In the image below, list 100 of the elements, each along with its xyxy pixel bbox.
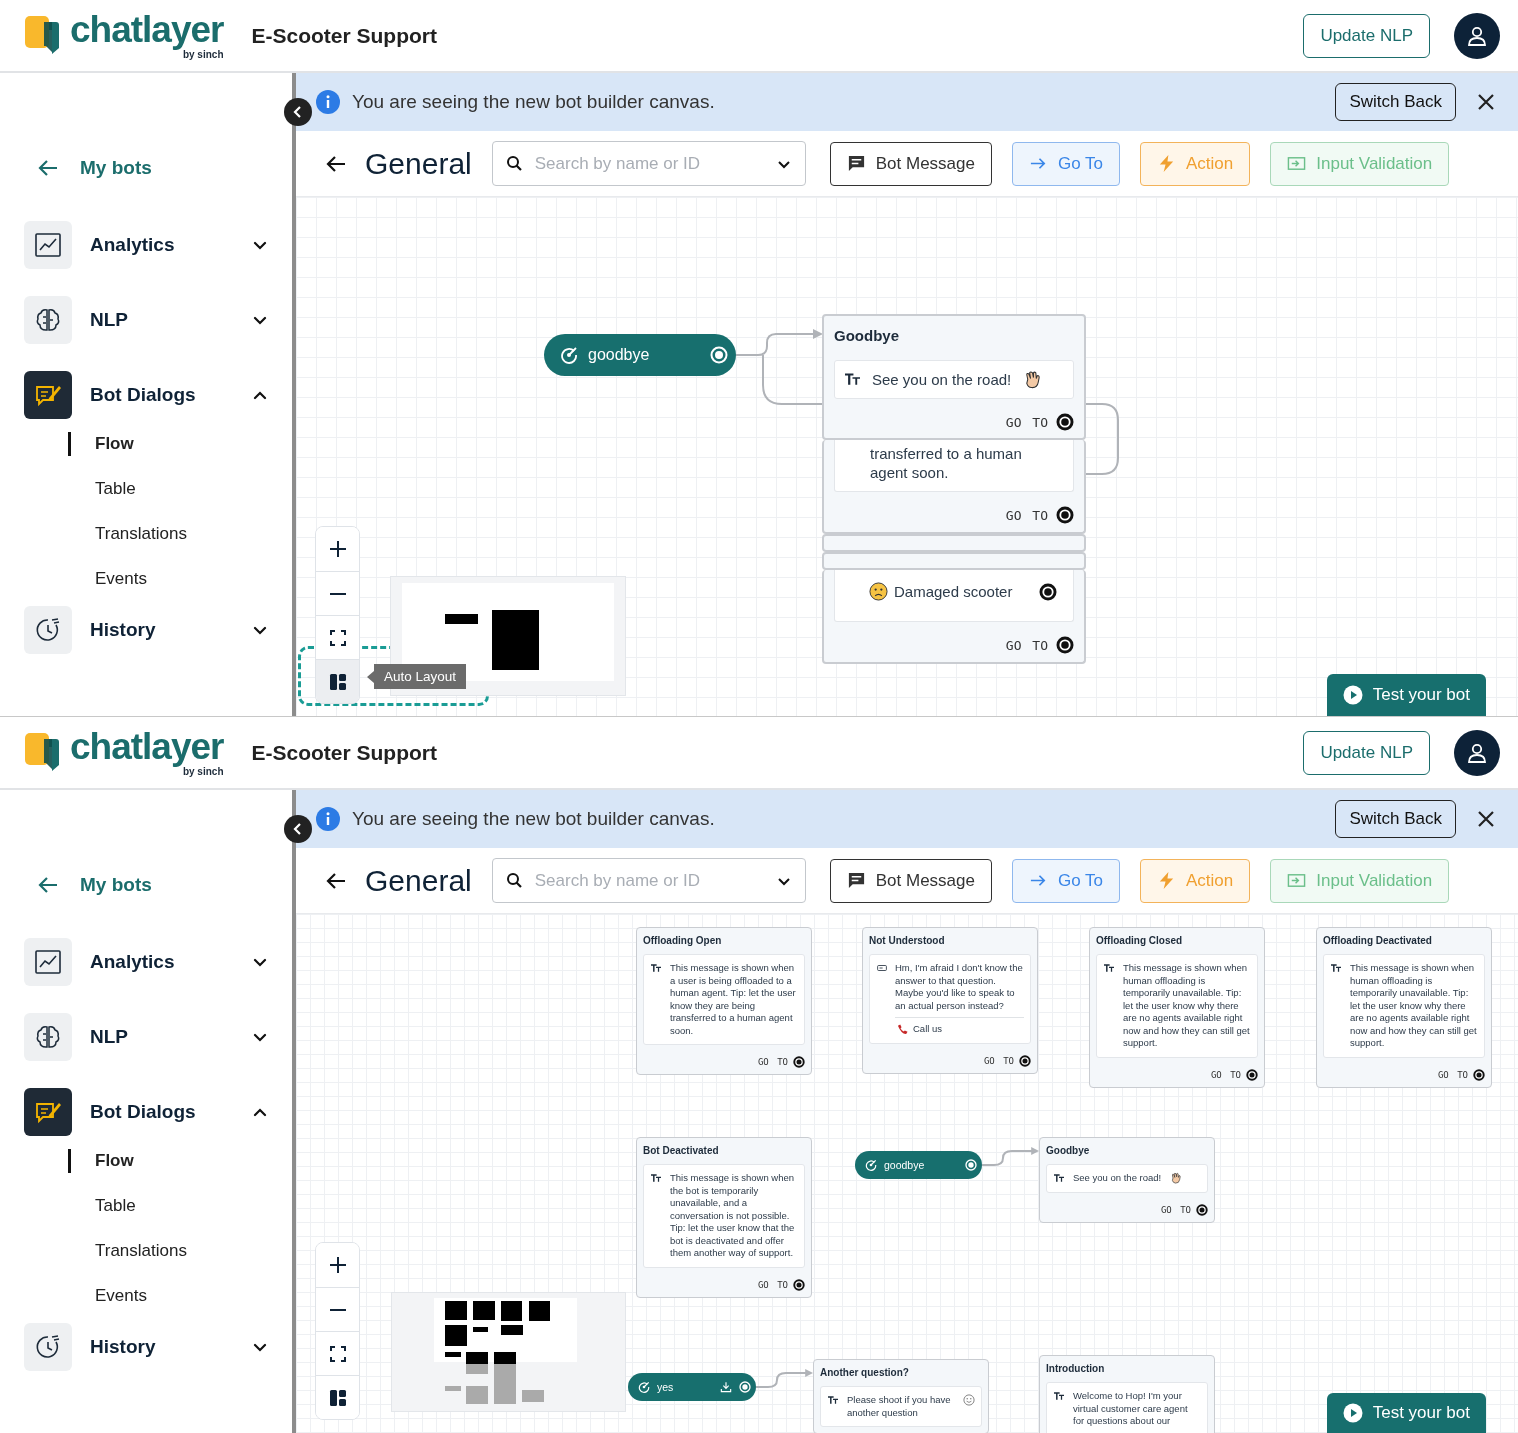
- collapse-sidebar-button[interactable]: [284, 98, 312, 126]
- trigger-node[interactable]: goodbye: [855, 1151, 982, 1179]
- card-title: Offloading Open: [643, 934, 723, 947]
- go-to-label: GO TO: [1005, 414, 1048, 430]
- nav-subitem[interactable]: Flow: [68, 432, 134, 456]
- test-bot-button[interactable]: Test your bot: [1326, 1393, 1486, 1433]
- collapse-sidebar-button[interactable]: [284, 815, 312, 843]
- nav-item[interactable]: History: [0, 605, 292, 654]
- brain-icon: [34, 1023, 62, 1051]
- dialog-card[interactable]: Goodbye See you on the road! GO TO: [1039, 1137, 1215, 1223]
- nav-subitem[interactable]: Table: [68, 1194, 136, 1218]
- trigger-node[interactable]: goodbye: [544, 334, 736, 376]
- info-icon: [316, 90, 340, 114]
- message-text: This message is shown when the bot is temporarily unavailable, and a conversation is not possible. Tip: let the user know that the bot is deactivated and offer them another way of support.: [670, 1172, 796, 1260]
- switch-back-button[interactable]: Switch Back: [1335, 800, 1456, 838]
- nav-subitem[interactable]: Flow: [68, 1149, 134, 1173]
- dialog-card[interactable]: Introduction Welcome to Hop! I'm your virtual customer care agent for questions about our: [1039, 1355, 1215, 1433]
- profile-button[interactable]: [1454, 12, 1500, 59]
- chat-bubble-icon: [846, 871, 866, 890]
- connector-handle-icon[interactable]: [793, 1278, 805, 1291]
- nav-label: Bot Dialogs: [90, 1101, 197, 1123]
- go-to-label: GO TO: [1005, 507, 1048, 523]
- plus-icon: [327, 1255, 348, 1275]
- dialog-card[interactable]: Damaged scooter GO TO: [822, 570, 1086, 664]
- bot-message-button[interactable]: Bot Message: [829, 141, 992, 186]
- go-to-label: GO TO: [1005, 637, 1048, 653]
- nav-subitem[interactable]: Table: [68, 477, 136, 501]
- connector-line: [1085, 403, 1119, 475]
- input-box-icon: [1287, 154, 1307, 173]
- target-icon: [560, 346, 578, 364]
- connector-handle-icon[interactable]: [1473, 1068, 1485, 1081]
- connector-handle-icon[interactable]: [1056, 636, 1074, 654]
- close-icon[interactable]: [1476, 809, 1496, 829]
- nav-subitem[interactable]: Translations: [68, 1239, 187, 1263]
- connector-handle-icon[interactable]: [1056, 413, 1074, 431]
- nav-label: Analytics: [90, 234, 176, 256]
- nav-item[interactable]: Bot Dialogs: [0, 1088, 292, 1136]
- nav-item[interactable]: Bot Dialogs: [0, 371, 292, 419]
- nav-item[interactable]: Analytics: [0, 938, 292, 986]
- update-nlp-button[interactable]: Update NLP: [1303, 13, 1430, 58]
- go-to-label: GO TO: [757, 1057, 788, 1067]
- card-title: Goodbye: [834, 326, 900, 346]
- switch-back-button[interactable]: Switch Back: [1335, 83, 1456, 121]
- nav-item[interactable]: History: [0, 1322, 292, 1371]
- dialog-card[interactable]: Offloading Open This message is shown when a user is being offloaded to a human agent. Tip: let the user know they are being transferred to a human agent soon. GO TO: [636, 927, 812, 1075]
- dialog-card[interactable]: Offloading Closed This message is shown when human offloading is temporarily unavailable. Tip: let the user know why there are no agents available right now and how they can still get support. GO TO: [1089, 927, 1265, 1088]
- search-field[interactable]: Search by name or ID: [491, 858, 806, 903]
- minimap-drawing[interactable]: [391, 1292, 626, 1412]
- dialog-card[interactable]: [636, 1137, 812, 1298]
- connector-handle-icon[interactable]: [965, 1159, 977, 1171]
- layout-icon: [327, 1387, 348, 1408]
- my-bots-link[interactable]: My bots: [80, 157, 152, 179]
- auto-layout-button[interactable]: [316, 1375, 359, 1419]
- play-icon: [1342, 685, 1363, 705]
- message-text: Welcome to Hop! I'm your virtual customer care agent for questions about our: [1073, 1390, 1189, 1428]
- nav-item[interactable]: Analytics: [0, 221, 292, 269]
- clock-icon: [34, 1332, 62, 1361]
- info-icon: [316, 807, 340, 831]
- dialog-card[interactable]: Another question? Please shoot if you have another question: [813, 1359, 989, 1433]
- search-field[interactable]: Search by name or ID: [491, 141, 806, 186]
- play-icon: [1342, 1403, 1363, 1423]
- dialog-card[interactable]: Goodbye See you on the road! GO TO: [822, 314, 1086, 440]
- connector-handle-icon[interactable]: [1056, 506, 1074, 524]
- connector-handle-icon[interactable]: [793, 1056, 805, 1068]
- nav-subitem[interactable]: Events: [68, 1284, 147, 1308]
- bot-message-button[interactable]: Bot Message: [829, 858, 992, 903]
- sad-face-icon: [869, 582, 888, 601]
- card-title: Another question?: [820, 1366, 910, 1379]
- update-nlp-button[interactable]: Update NLP: [1303, 730, 1430, 775]
- flow-title: General: [365, 146, 472, 181]
- chat-bubble-icon: [846, 154, 866, 173]
- auto-layout-button[interactable]: [316, 659, 359, 703]
- nav-subitem[interactable]: Translations: [68, 522, 187, 546]
- dialog-card[interactable]: [1316, 927, 1492, 1088]
- connector-handle-icon[interactable]: [739, 1381, 751, 1393]
- my-bots-link[interactable]: My bots: [80, 874, 152, 896]
- message-text: See you on the road!: [1073, 1172, 1162, 1185]
- dialog-card[interactable]: transferred to a human agent soon. GO TO: [822, 440, 1086, 534]
- dialog-card[interactable]: Not Understood Hm, I'm afraid I don't know the answer to that question. Maybe you'd like to speak to an actual person instead? Call us GO TO: [862, 927, 1038, 1074]
- connector-handle-icon[interactable]: [1039, 582, 1057, 601]
- nav-item[interactable]: NLP: [0, 296, 292, 344]
- connector-handle-icon[interactable]: [1196, 1203, 1208, 1216]
- connector-handle-icon[interactable]: [1019, 1054, 1031, 1067]
- nav-item[interactable]: NLP: [0, 1013, 292, 1061]
- connector-handle-icon[interactable]: [1246, 1068, 1258, 1081]
- logo-wordmark: chatlayer: [70, 11, 224, 49]
- message-text: Please shoot if you have another question: [847, 1394, 952, 1419]
- connector-handle-icon[interactable]: [710, 346, 728, 364]
- bot-name: E-Scooter Support: [251, 740, 437, 765]
- text-type-icon: [651, 1174, 661, 1182]
- nav-subitem[interactable]: Events: [68, 567, 147, 591]
- profile-button[interactable]: [1454, 729, 1500, 776]
- call-button-label[interactable]: Call us: [913, 1023, 943, 1036]
- test-bot-button[interactable]: Test your bot: [1326, 674, 1486, 716]
- message-text: See you on the road!: [872, 370, 1012, 389]
- message-text: This message is shown when a user is being offloaded to a human agent. Tip: let the user know they are being transferred to a human agent soon.: [670, 962, 797, 1037]
- close-icon[interactable]: [1476, 92, 1496, 112]
- trigger-node[interactable]: yes: [628, 1373, 756, 1401]
- text-type-icon: [1054, 1392, 1064, 1400]
- line-chart-icon: [34, 948, 62, 976]
